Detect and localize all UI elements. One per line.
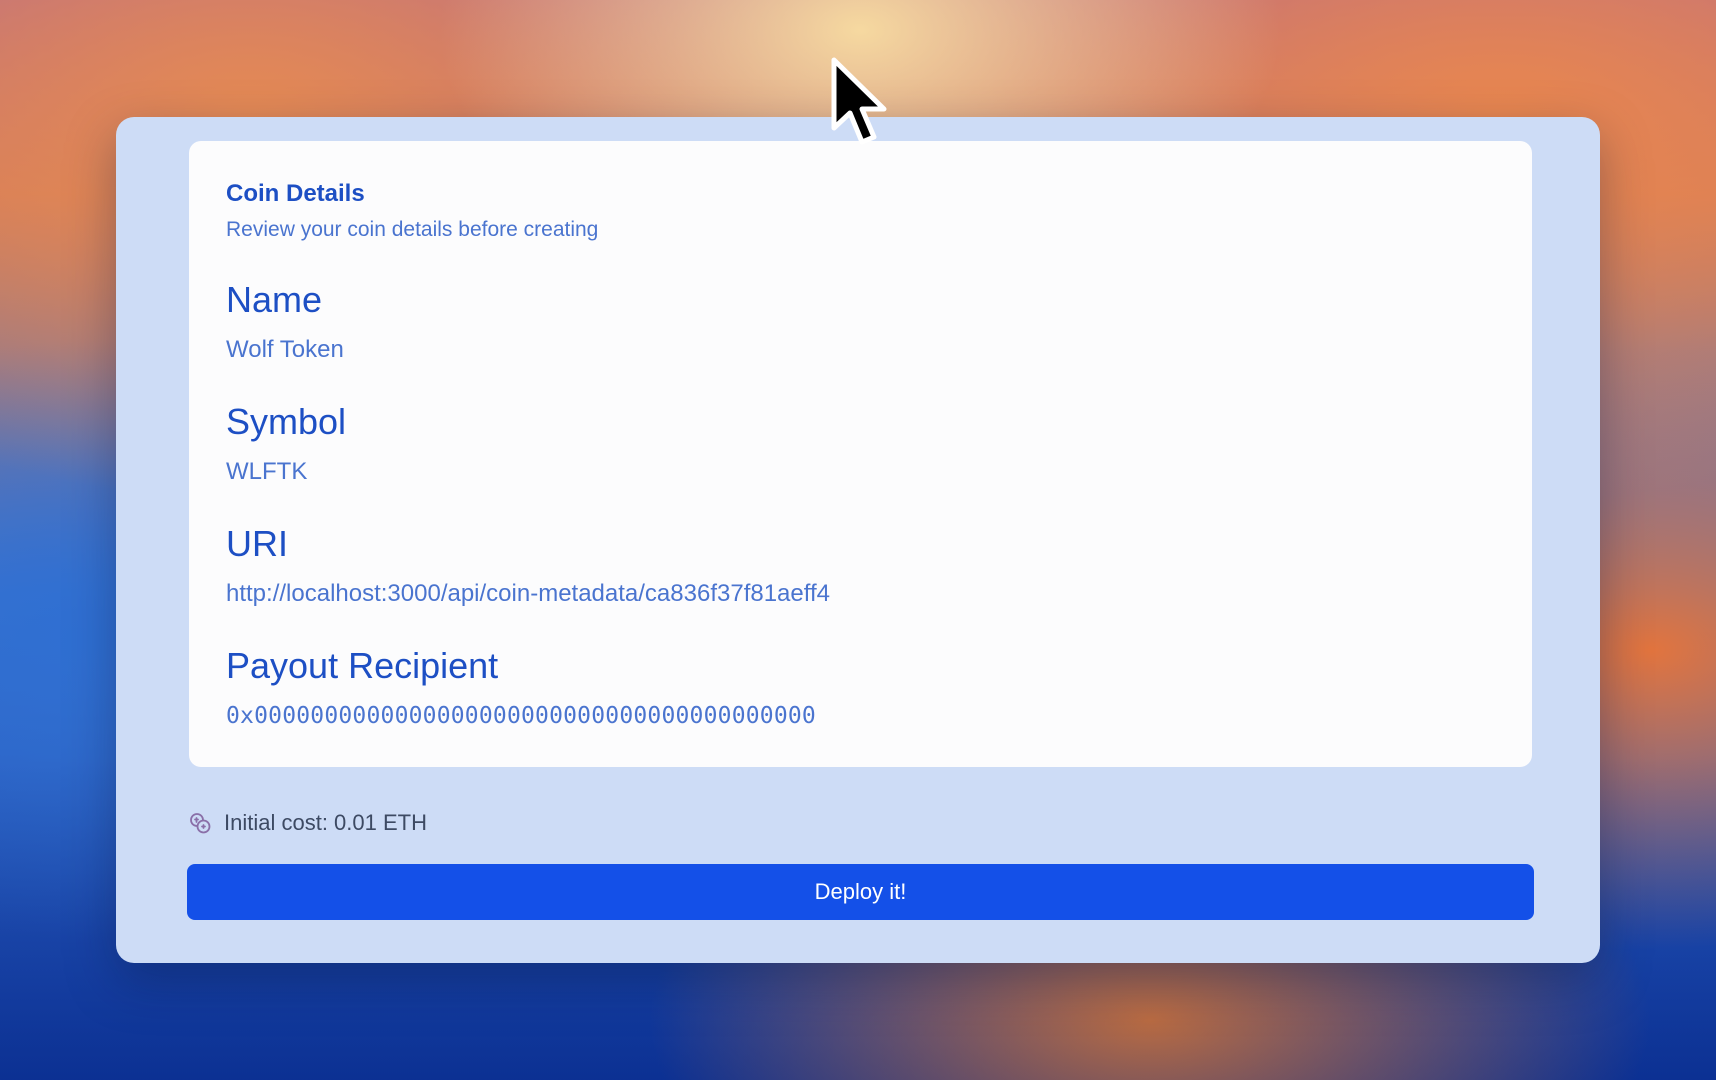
symbol-value: WLFTK (226, 458, 308, 485)
uri-value: http://localhost:3000/api/coin-metadata/… (226, 580, 830, 607)
uri-field: URI http://localhost:3000/api/coin-metad… (226, 523, 1495, 609)
deploy-button[interactable]: Deploy it! (187, 864, 1534, 920)
name-label: Name (226, 279, 323, 320)
payout-recipient-label: Payout Recipient (226, 645, 499, 686)
coins-icon (188, 811, 212, 835)
coin-details-card: Coin Details Review your coin details be… (189, 141, 1532, 767)
coin-details-dialog: Coin Details Review your coin details be… (116, 117, 1600, 963)
mouse-cursor-icon (830, 56, 894, 156)
initial-cost-text: Initial cost: 0.01 ETH (224, 810, 427, 835)
name-value: Wolf Token (226, 336, 344, 363)
symbol-label: Symbol (226, 401, 347, 442)
uri-label: URI (226, 523, 288, 564)
name-field: Name Wolf Token (226, 279, 1495, 365)
initial-cost-row: Initial cost: 0.01 ETH (188, 809, 427, 837)
symbol-field: Symbol WLFTK (226, 401, 1495, 487)
card-subtitle: Review your coin details before creating (226, 218, 599, 241)
card-title: Coin Details (226, 180, 365, 207)
payout-recipient-field: Payout Recipient 0x000000000000000000000… (226, 645, 1495, 731)
payout-recipient-value: 0x00000000000000000000000000000000000000… (226, 703, 816, 729)
